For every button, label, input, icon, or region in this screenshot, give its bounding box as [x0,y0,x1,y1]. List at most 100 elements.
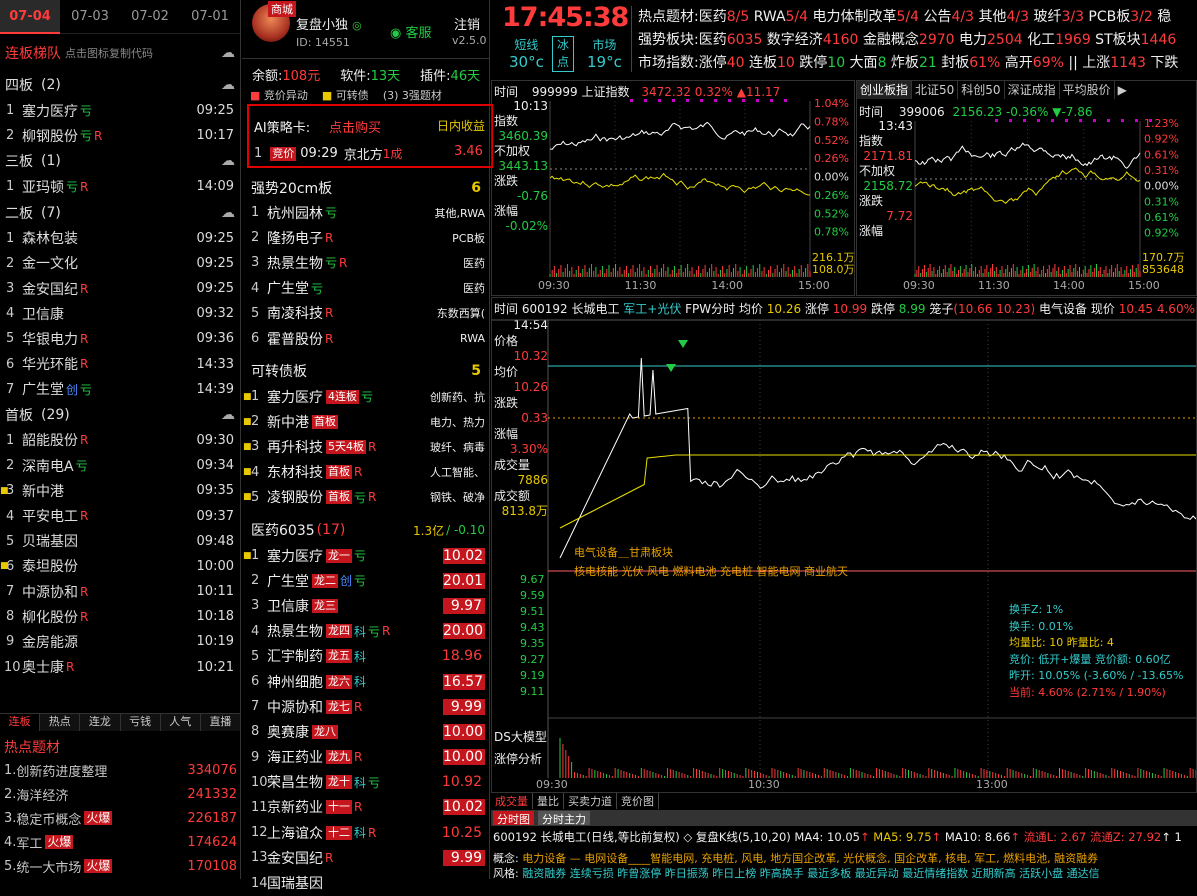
service-button[interactable]: ◉ 客服 [390,22,432,41]
logout-button[interactable]: 注销 [454,14,480,33]
panel-tab[interactable]: 直播 [201,714,242,731]
date-tab[interactable]: 07-02 [120,9,180,24]
stock-row[interactable]: ■ 1 塞力医疗 4连板亏 创新药、抗 [242,384,489,409]
ai-buy-link[interactable]: 点击购买 [329,117,381,136]
stock-row[interactable]: ■ 3 再升科技 5天4板 R 玻纤、病毒 [242,434,489,459]
stock-row[interactable]: 9 金房能源 10:19 [0,629,240,654]
stock-tag: 亏 [368,624,381,639]
tier-header[interactable]: 二板 (7) ☁ [0,200,240,226]
stock-row[interactable]: 2 深南电A 亏 09:34 [0,453,240,478]
stock-row[interactable]: 1 亚玛顿亏 R 14:09 [0,174,240,199]
stock-row[interactable]: 1 杭州园林亏 其他,RWA [242,200,489,225]
cloud-icon[interactable]: ☁ [221,153,235,169]
cloud-icon[interactable]: ☁ [221,407,235,423]
chk-auction[interactable]: ■ 竞价异动 [250,87,308,103]
stock-row[interactable]: ■ 6 泰坦股份 10:00 [0,554,240,579]
stock-intraday-chart[interactable]: 时间 600192 长城电工 军工+光伏 FPW分时 均价 10.26 涨停 1… [491,297,1197,793]
stock-row[interactable]: 13 金安国纪 R 9.99 [242,845,489,870]
stock-row[interactable]: 2 广生堂 龙二创亏 20.01 [242,568,489,593]
indicator-tab[interactable]: 竞价图 [617,793,659,809]
limit-analysis-button[interactable]: 涨停分析 [494,750,542,767]
tier-header[interactable]: 四板 (2) ☁ [0,72,240,98]
stock-row[interactable]: 6 华光环能 R 14:33 [0,352,240,377]
stock-row[interactable]: 6 霍普股份 R RWA [242,326,489,351]
hot-row[interactable]: 4. 军工 火爆 174624 [0,830,241,854]
summary-seg: 涨停 [698,55,727,71]
panel-tab[interactable]: 连龙 [80,714,121,731]
stock-row[interactable]: 1 塞力医疗亏 09:25 [0,98,240,123]
stock-name: 海正药业 [267,750,323,767]
stock-row[interactable]: 10 奥士康 R 10:21 [0,655,240,680]
marker-dot [742,99,745,102]
ds-model-button[interactable]: DS大模型 [494,728,547,745]
panel-tab[interactable]: 亏钱 [121,714,161,731]
cloud-icon[interactable]: ☁ [221,205,235,221]
concept-line: 概念: 电力设备 — 电网设备____智能电网, 充电桩, 风电, 地方国企改革… [493,852,1099,865]
chk-topic[interactable]: (3) 3强题材 [383,87,442,103]
date-tab[interactable]: 07-04 [0,0,60,34]
stock-row[interactable]: 3 金安国纪 R 09:25 [0,276,240,301]
ai-row[interactable]: 1 竞价 09:29 京北方 1成 [254,144,402,163]
indicator-tab[interactable]: 量比 [533,793,564,809]
chk-bond[interactable]: ■ 可转债 [322,87,369,103]
stock-row[interactable]: 2 柳钢股份亏 R 10:17 [0,123,240,148]
stock-row[interactable]: 14 国瑞基因 [242,870,489,895]
panel-tab[interactable]: 人气 [161,714,201,731]
date-tab[interactable]: 07-03 [60,9,120,24]
indicator-tab[interactable]: 成交量 [491,793,533,809]
stock-row[interactable]: 4 广生堂亏 医药 [242,276,489,301]
stock-row[interactable]: 4 平安电工 R 09:37 [0,503,240,528]
stock-row[interactable]: ■ 4 东材科技 首板 R 人工智能、 [242,460,489,485]
pct-change: 9.99 [443,849,485,866]
board-badge: 4连板 [326,389,359,404]
hot-row[interactable]: 2. 海洋经济 241332 [0,782,241,806]
stock-row[interactable]: 4 热景生物 龙四科亏 R 20.00 [242,619,489,644]
stock-row[interactable]: 3 热景生物亏 R 医药 [242,250,489,275]
stock-row[interactable]: 7 中源协和 龙七 R 9.99 [242,694,489,719]
panel-tab[interactable]: 连板 [0,714,41,731]
stock-row[interactable]: ■ 3 新中港 09:35 [0,478,240,503]
tier-header[interactable]: 三板 (1) ☁ [0,148,240,174]
stock-row[interactable]: 8 柳化股份 R 10:18 [0,604,240,629]
hot-row[interactable]: 5. 统一大市场 火爆 170108 [0,854,241,878]
stock-row[interactable]: 10 荣昌生物 龙十科亏 10.92 [242,770,489,795]
stock-row[interactable]: 5 贝瑞基因 09:48 [0,529,240,554]
stock-row[interactable]: 8 奥赛康 龙八 10.00 [242,719,489,744]
cy-index-chart[interactable]: 创业板指 北证50 科创50 深证成指 平均股价 ▶ 时间 399006 2156.23 … [856,80,1197,296]
stock-row[interactable]: 3 卫信康 龙三 9.97 [242,593,489,618]
shop-badge[interactable]: 商城 [268,1,296,17]
hot-row[interactable]: 3. 稳定币概念 火爆 226187 [0,806,241,830]
stock-row[interactable]: ■ 5 凌钢股份 首板亏 R 钢铁、破净 [242,485,489,510]
stock-row[interactable]: 1 森林包装 09:25 [0,226,240,251]
date-tab[interactable]: 07-01 [180,9,240,24]
stock-row[interactable]: 7 中源协和 R 10:11 [0,579,240,604]
stock-name: 华光环能 [22,357,78,374]
stock-row[interactable]: ■ 1 塞力医疗 龙一亏 10.02 [242,543,489,568]
tier-header[interactable]: 首板 (29) ☁ [0,402,240,428]
stock-row[interactable]: 5 南凌科技 R 东数西算( [242,301,489,326]
pct-label: 0.78% [814,115,849,128]
chart-type-tab[interactable]: 分时图 [493,811,534,826]
stock-row[interactable]: 9 海正药业 龙九 R 10.00 [242,745,489,770]
stock-row[interactable]: 1 韶能股份 R 09:30 [0,428,240,453]
chart-type-tab[interactable]: 分时主力 [538,811,590,826]
stock-row[interactable]: 6 神州细胞 龙六科 16.57 [242,669,489,694]
cloud-icon[interactable]: ☁ [221,45,235,61]
indicator-tab[interactable]: 买卖力道 [564,793,617,809]
stock-row[interactable]: 7 广生堂创亏 14:39 [0,377,240,402]
sh-index-chart[interactable]: 时间 999999 上证指数 3472.32 0.32% ▲11.17 10:1… [491,80,855,296]
stock-row[interactable]: 2 隆扬电子 R PCB板 [242,225,489,250]
board-badge: 龙十 [326,775,352,790]
stock-row[interactable]: 11 京新药业 十一 R 10.02 [242,795,489,820]
summary-seg: 1969 [1055,32,1091,48]
stock-name: 中源协和 [267,699,323,716]
stock-row[interactable]: 12 上海谊众 十二科 R 10.25 [242,820,489,845]
panel-tab[interactable]: 热点 [40,714,81,731]
stock-row[interactable]: 2 金一文化 09:25 [0,251,240,276]
hot-row[interactable]: 1. 创新药进度整理 334076 [0,758,241,782]
stock-row[interactable]: 5 华银电力 R 09:36 [0,326,240,351]
cloud-icon[interactable]: ☁ [221,77,235,93]
stock-row[interactable]: 5 汇宇制药 龙五科 18.96 [242,644,489,669]
stock-row[interactable]: 4 卫信康 09:32 [0,301,240,326]
stock-row[interactable]: ■ 2 新中港 首板 电力、热力 [242,409,489,434]
